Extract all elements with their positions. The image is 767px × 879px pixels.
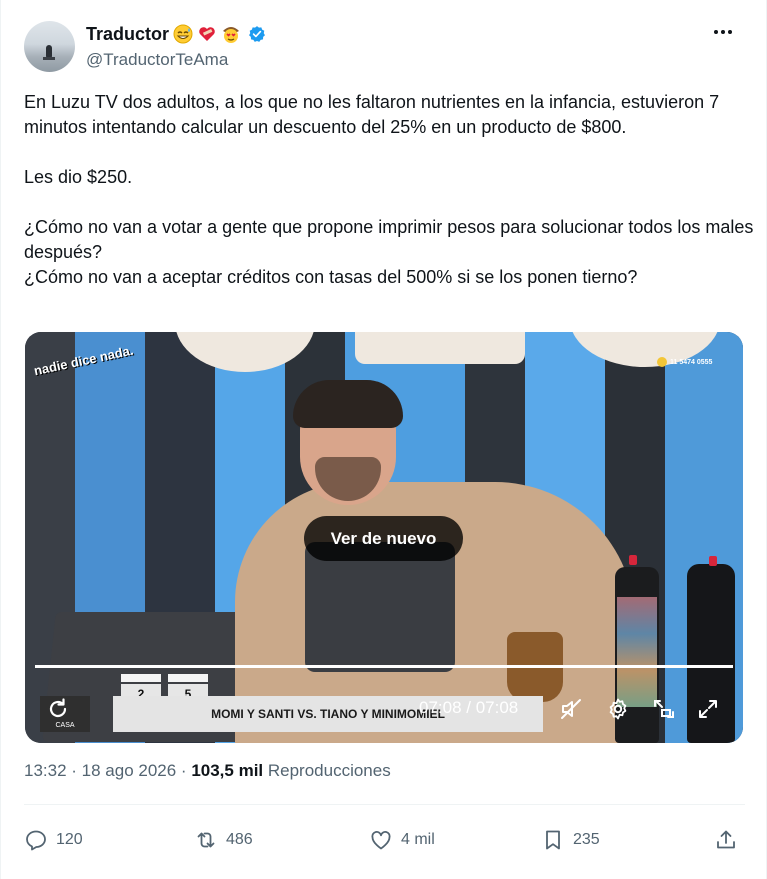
host-hair: [293, 380, 403, 428]
tweet-date[interactable]: 18 ago 2026: [82, 761, 177, 781]
reply-button[interactable]: 120: [24, 826, 83, 854]
more-options-icon[interactable]: [711, 22, 735, 42]
thermos-cap: [629, 555, 637, 565]
tweet-time[interactable]: 13:32: [24, 761, 67, 781]
whatsapp-icon: [657, 357, 667, 367]
bookmark-count: 235: [573, 831, 600, 848]
repost-count: 486: [226, 831, 253, 848]
author-handle[interactable]: @TraductorTeAma: [86, 50, 228, 70]
picture-in-picture-icon[interactable]: [649, 694, 679, 724]
video-progress-bar[interactable]: [35, 665, 733, 668]
video-controls: 07:08 / 07:08: [25, 688, 743, 738]
avatar[interactable]: [24, 21, 75, 72]
author-name[interactable]: Traductor: [86, 24, 169, 45]
view-count: 103,5 mil: [191, 761, 264, 780]
like-count: 4 mil: [401, 831, 435, 848]
views-label: Reproducciones: [263, 761, 391, 780]
video-player[interactable]: nadie dice nada. 11 5474 0555 2 5 CASA M…: [25, 332, 743, 743]
whatsapp-tag: 11 5474 0555: [657, 357, 712, 367]
tweet-meta: 13:32 · 18 ago 2026 · 103,5 mil Reproduc…: [24, 761, 391, 781]
video-timecode: 07:08 / 07:08: [419, 698, 519, 717]
thermos-cap: [709, 556, 717, 566]
tweet-paragraph: Les dio $250.: [24, 167, 133, 187]
divider: [24, 804, 745, 805]
muted-speaker-icon[interactable]: [556, 694, 586, 724]
author-name-row[interactable]: Traductor: [86, 23, 266, 45]
like-button[interactable]: 4 mil: [369, 826, 435, 854]
fullscreen-icon[interactable]: [693, 694, 723, 724]
tablet: [305, 542, 455, 672]
avatar-figure-base: [43, 57, 55, 60]
tweet-card: Traductor @TraductorTeAma En Luzu TV dos…: [0, 0, 767, 879]
verified-badge-icon: [249, 26, 265, 42]
action-bar: 120 486 4 mil 235: [1, 820, 767, 860]
bookmark-icon: [546, 830, 560, 850]
tweet-text: En Luzu TV dos adultos, a los que no les…: [24, 90, 754, 290]
heart-icon: [371, 831, 391, 850]
share-button[interactable]: [714, 826, 738, 854]
tweet-paragraph: En Luzu TV dos adultos, a los que no les…: [24, 92, 720, 137]
grinning-sweat-face-icon: [173, 24, 193, 44]
meta-separator: ·: [176, 761, 192, 780]
reply-icon: [26, 830, 46, 851]
share-icon: [717, 830, 735, 849]
settings-gear-icon[interactable]: [603, 694, 633, 724]
repost-icon: [197, 832, 215, 848]
bookmark-button[interactable]: 235: [541, 826, 600, 854]
red-heart-bandage-icon: [199, 27, 215, 41]
repost-button[interactable]: 486: [194, 826, 253, 854]
reply-count: 120: [56, 831, 83, 848]
replay-icon[interactable]: [43, 694, 73, 724]
meta-separator: ·: [66, 761, 82, 780]
decor-panel: [355, 332, 525, 364]
heart-eyes-cowboy-icon: [223, 27, 240, 43]
phone-number: 11 5474 0555: [670, 358, 713, 366]
tweet-paragraph: ¿Cómo no van a votar a gente que propone…: [24, 217, 754, 262]
replay-button[interactable]: Ver de nuevo: [304, 516, 463, 561]
tweet-paragraph: ¿Cómo no van a aceptar créditos con tasa…: [24, 267, 638, 287]
